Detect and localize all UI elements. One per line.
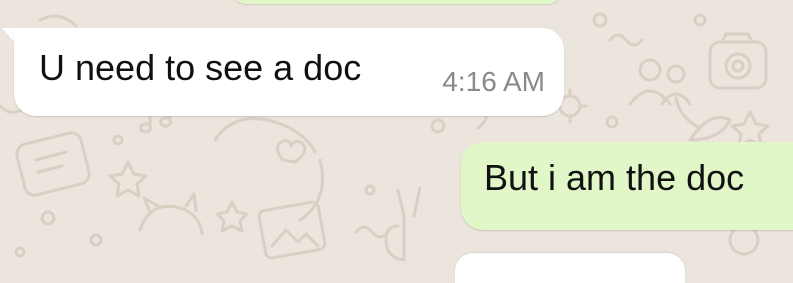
previous-outgoing-bubble bbox=[232, 0, 562, 4]
leaf-doodle-icon bbox=[674, 96, 732, 142]
message-text: But i am the doc bbox=[484, 157, 745, 198]
star-doodle-icon bbox=[730, 110, 770, 148]
message-time: 4:16 AM bbox=[442, 66, 545, 97]
outgoing-message-bubble[interactable]: But i am the doc bbox=[461, 142, 793, 230]
picture-doodle-icon bbox=[257, 200, 327, 260]
heart-doodle-icon bbox=[276, 139, 307, 164]
message-doodle-icon bbox=[15, 131, 91, 197]
people-doodle-icon bbox=[628, 58, 692, 106]
pet-doodle-icon bbox=[138, 192, 204, 236]
message-text: U need to see a doc bbox=[39, 47, 362, 88]
incoming-message-bubble[interactable]: U need to see a doc 4:16 AM bbox=[14, 28, 564, 116]
star-doodle-icon bbox=[108, 160, 148, 198]
star-doodle-icon bbox=[215, 200, 249, 233]
camera-doodle-icon bbox=[708, 32, 768, 90]
peace-hand-doodle-icon bbox=[384, 186, 422, 262]
next-incoming-bubble bbox=[455, 253, 685, 283]
